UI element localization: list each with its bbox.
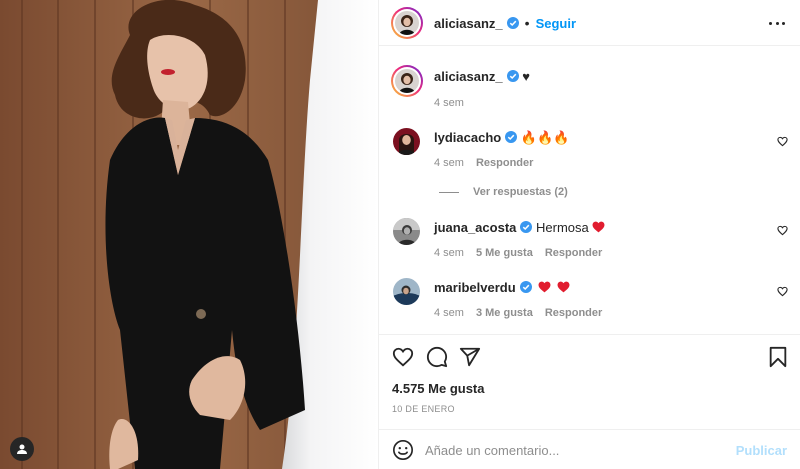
more-options-icon[interactable] bbox=[769, 15, 785, 31]
comment-meta: 4 sem 5 Me gusta Responder bbox=[434, 247, 614, 259]
red-heart-emoji bbox=[557, 281, 570, 293]
header-user-row: aliciasanz_ • Seguir bbox=[434, 15, 576, 31]
caption-meta: 4 sem bbox=[434, 97, 476, 109]
comment-likes[interactable]: 3 Me gusta bbox=[476, 307, 533, 319]
author-avatar[interactable] bbox=[391, 7, 423, 39]
view-replies-button[interactable]: Ver respuestas (2) bbox=[439, 186, 568, 198]
comment-line: maribelverdu bbox=[434, 280, 570, 295]
like-heart-icon[interactable] bbox=[392, 346, 414, 368]
follow-button[interactable]: Seguir bbox=[536, 16, 576, 31]
verified-badge-icon bbox=[506, 70, 519, 82]
comment-avatar-lydiacacho[interactable] bbox=[393, 128, 420, 155]
post-actions: 4.575 Me gusta 10 DE ENERO bbox=[379, 334, 800, 434]
comment-meta: 4 sem Responder bbox=[434, 157, 545, 169]
reply-button[interactable]: Responder bbox=[545, 247, 602, 259]
comment-avatar-maribelverdu[interactable] bbox=[393, 278, 420, 305]
comment-meta: 4 sem 3 Me gusta Responder bbox=[434, 307, 614, 319]
view-replies-label: Ver respuestas (2) bbox=[473, 186, 568, 198]
header-separator: • bbox=[524, 15, 530, 31]
caption-avatar[interactable] bbox=[391, 65, 423, 97]
comment-icon[interactable] bbox=[426, 346, 448, 368]
heart-icon[interactable] bbox=[777, 286, 788, 297]
comment-line: juana_acosta Hermosa bbox=[434, 220, 605, 235]
comment-time[interactable]: 4 sem bbox=[434, 307, 464, 319]
share-icon[interactable] bbox=[459, 346, 481, 368]
verified-badge-icon bbox=[519, 281, 532, 293]
comment-likes[interactable]: 5 Me gusta bbox=[476, 247, 533, 259]
comment-line: lydiacacho 🔥🔥🔥 bbox=[434, 130, 569, 146]
heart-icon[interactable] bbox=[777, 136, 788, 147]
comment-username[interactable]: lydiacacho bbox=[434, 130, 501, 145]
comment-time[interactable]: 4 sem bbox=[434, 157, 464, 169]
heart-icon[interactable] bbox=[777, 225, 788, 236]
emoji-icon[interactable] bbox=[392, 439, 414, 461]
caption-time[interactable]: 4 sem bbox=[434, 97, 464, 109]
post-date[interactable]: 10 DE ENERO bbox=[392, 404, 455, 414]
comment-username[interactable]: maribelverdu bbox=[434, 280, 516, 295]
verified-badge-icon bbox=[505, 131, 518, 143]
publish-button[interactable]: Publicar bbox=[736, 443, 787, 458]
verified-badge-icon bbox=[506, 17, 519, 29]
comments-list: aliciasanz_ ♥ 4 sem lydiacacho 🔥🔥🔥 4 sem… bbox=[379, 47, 800, 334]
comment-composer: Publicar bbox=[379, 429, 800, 469]
user-tag-button[interactable] bbox=[10, 437, 34, 461]
likes-count[interactable]: 4.575 Me gusta bbox=[392, 381, 485, 396]
caption-avatar-image bbox=[395, 69, 419, 93]
post-photo[interactable] bbox=[0, 0, 378, 469]
post-header: aliciasanz_ • Seguir bbox=[379, 0, 800, 46]
post-image bbox=[0, 0, 378, 469]
comment-text: 🔥🔥🔥 bbox=[520, 130, 570, 145]
user-tag-icon bbox=[17, 444, 27, 454]
bookmark-icon[interactable] bbox=[767, 346, 789, 368]
commenter-avatar-image bbox=[393, 128, 420, 155]
verified-badge-icon bbox=[520, 221, 533, 233]
comment-username[interactable]: juana_acosta bbox=[434, 220, 516, 235]
red-heart-emoji bbox=[538, 281, 551, 293]
header-username[interactable]: aliciasanz_ bbox=[434, 16, 503, 31]
comment-avatar-juana-acosta[interactable] bbox=[393, 218, 420, 245]
commenter-avatar-image bbox=[393, 278, 420, 305]
commenter-avatar-image bbox=[393, 218, 420, 245]
comment-input[interactable] bbox=[425, 440, 725, 460]
reply-button[interactable]: Responder bbox=[545, 307, 602, 319]
caption-text: ♥ bbox=[522, 69, 530, 84]
comment-time[interactable]: 4 sem bbox=[434, 247, 464, 259]
caption: aliciasanz_ ♥ bbox=[434, 69, 530, 84]
replies-divider bbox=[439, 191, 459, 193]
red-heart-emoji bbox=[592, 221, 605, 233]
comment-text: Hermosa bbox=[536, 220, 589, 235]
author-avatar-image bbox=[395, 11, 419, 35]
reply-button[interactable]: Responder bbox=[476, 157, 533, 169]
caption-username[interactable]: aliciasanz_ bbox=[434, 69, 503, 84]
post-details-panel: aliciasanz_ • Seguir aliciasanz_ ♥ 4 sem bbox=[378, 0, 800, 469]
